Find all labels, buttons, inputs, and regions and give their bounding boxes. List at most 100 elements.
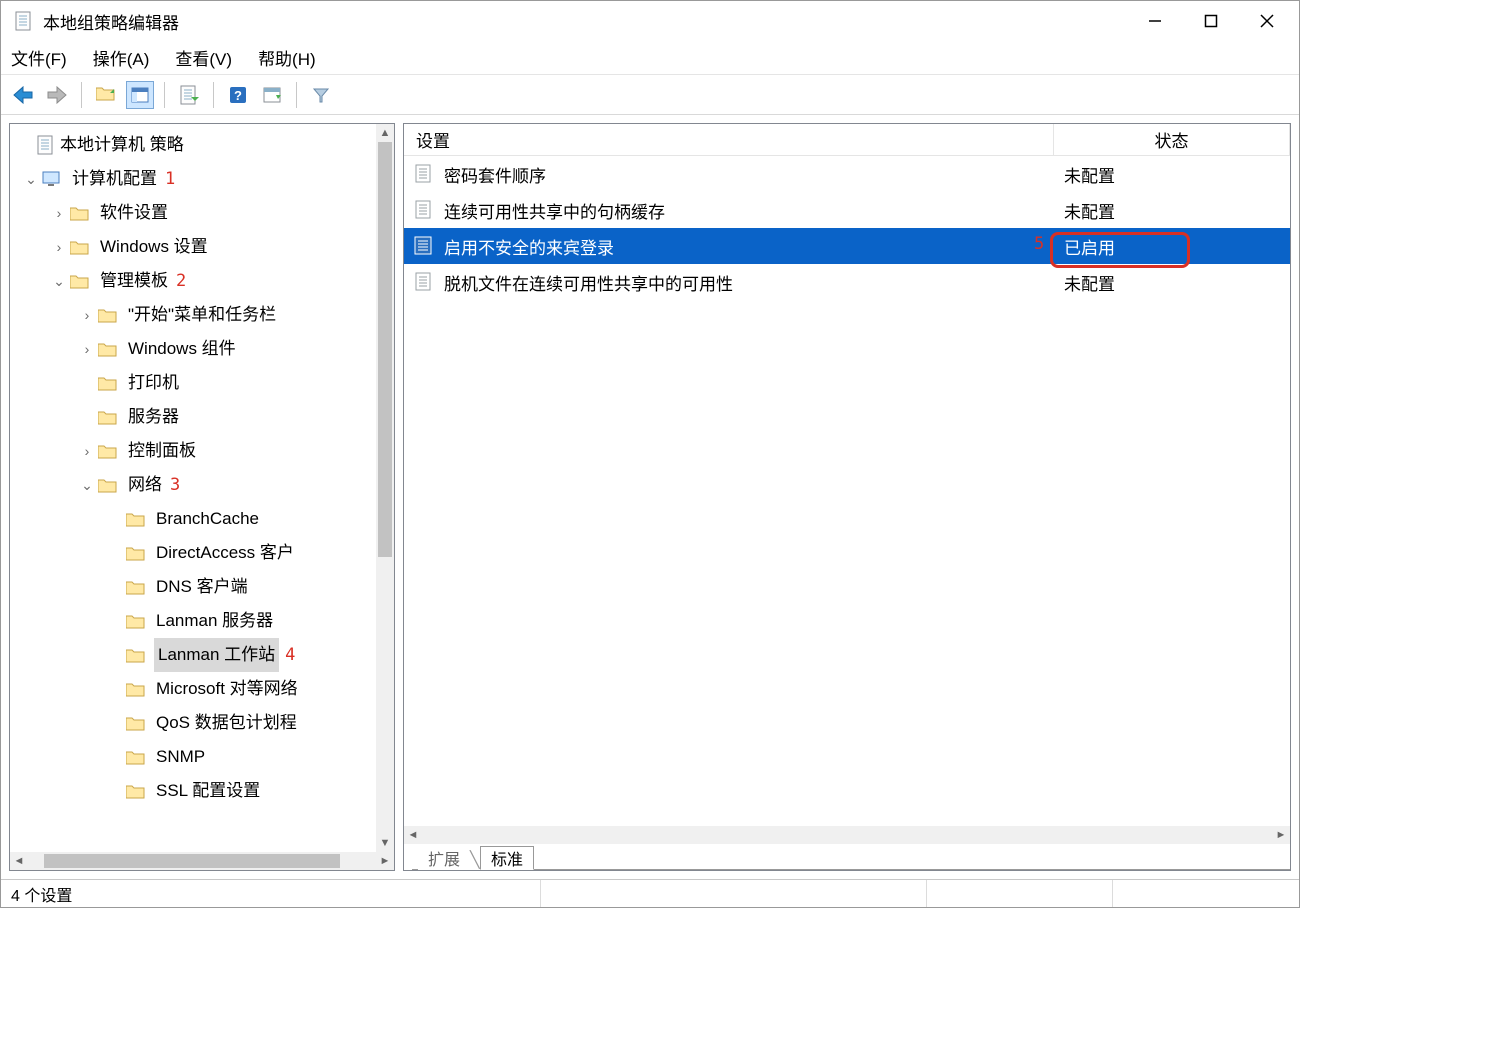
- filter-button[interactable]: [307, 81, 335, 109]
- tree-label: SNMP: [154, 740, 207, 774]
- list-row[interactable]: 连续可用性共享中的句柄缓存 未配置: [404, 192, 1290, 228]
- tree-hscrollbar[interactable]: ◄ ►: [10, 852, 394, 870]
- scroll-track[interactable]: [376, 142, 394, 834]
- menu-action[interactable]: 操作(A): [93, 45, 150, 70]
- list-row[interactable]: 脱机文件在连续可用性共享中的可用性 未配置: [404, 264, 1290, 300]
- tree-windows-components[interactable]: › Windows 组件: [14, 332, 394, 366]
- folder-icon: [126, 545, 146, 561]
- menu-help[interactable]: 帮助(H): [258, 45, 316, 70]
- separator: [296, 82, 297, 108]
- tree-start-menu[interactable]: › "开始"菜单和任务栏: [14, 298, 394, 332]
- settings-list[interactable]: 密码套件顺序 未配置 连续可用性共享中的句柄缓存 未配置 启用不安全的来宾登录 …: [404, 156, 1290, 826]
- expander-icon[interactable]: ⌄: [22, 162, 40, 196]
- tree-root[interactable]: 本地计算机 策略: [14, 128, 394, 162]
- minimize-button[interactable]: [1127, 3, 1183, 39]
- folder-icon: [98, 477, 118, 493]
- tree-label: 计算机配置: [70, 162, 159, 196]
- export-list-button[interactable]: [175, 81, 203, 109]
- menu-view[interactable]: 查看(V): [175, 45, 232, 70]
- expander-icon[interactable]: ›: [50, 230, 68, 264]
- scroll-left-icon[interactable]: ◄: [10, 852, 28, 870]
- expander-icon[interactable]: ⌄: [78, 468, 96, 502]
- folder-icon: [98, 341, 118, 357]
- app-icon: [13, 10, 33, 32]
- tree-label: 管理模板: [98, 264, 170, 298]
- tree-computer-config[interactable]: ⌄ 计算机配置 1: [14, 162, 394, 196]
- tree-label: 控制面板: [126, 434, 198, 468]
- menu-file[interactable]: 文件(F): [11, 45, 67, 70]
- folder-icon: [70, 239, 90, 255]
- tree-control-panel[interactable]: › 控制面板: [14, 434, 394, 468]
- scroll-up-icon[interactable]: ▲: [376, 124, 394, 142]
- body: 本地计算机 策略 ⌄ 计算机配置 1 › 软件设置 ›: [1, 115, 1299, 879]
- scroll-right-icon[interactable]: ►: [1272, 826, 1290, 844]
- back-button[interactable]: [9, 81, 37, 109]
- tree-servers[interactable]: 服务器: [14, 400, 394, 434]
- maximize-button[interactable]: [1183, 3, 1239, 39]
- tree-lanman-server[interactable]: Lanman 服务器: [14, 604, 394, 638]
- scroll-right-icon[interactable]: ►: [376, 852, 394, 870]
- tree-branchcache[interactable]: BranchCache: [14, 502, 394, 536]
- scroll-track[interactable]: [422, 826, 1272, 844]
- list-row[interactable]: 密码套件顺序 未配置: [404, 156, 1290, 192]
- properties-button[interactable]: [258, 81, 286, 109]
- expander-icon[interactable]: ⌄: [50, 264, 68, 298]
- annotation-1: 1: [165, 162, 175, 196]
- list-header: 设置 状态: [404, 124, 1290, 156]
- separator: [164, 82, 165, 108]
- annotation-5: 5: [1034, 234, 1044, 254]
- tree-ssl[interactable]: SSL 配置设置: [14, 774, 394, 808]
- tabstrip: 扩展 ╲ 标准: [404, 844, 1290, 870]
- folder-icon: [126, 511, 146, 527]
- scroll-down-icon[interactable]: ▼: [376, 834, 394, 852]
- tree-dns-client[interactable]: DNS 客户端: [14, 570, 394, 604]
- expander-icon[interactable]: ›: [78, 332, 96, 366]
- tree-label: Microsoft 对等网络: [154, 672, 300, 706]
- tree-admin-templates[interactable]: ⌄ 管理模板 2: [14, 264, 394, 298]
- tab-standard[interactable]: 标准: [480, 846, 534, 870]
- list-hscrollbar[interactable]: ◄ ►: [404, 826, 1290, 844]
- setting-state: 已启用: [1064, 239, 1115, 258]
- forward-button[interactable]: [43, 81, 71, 109]
- tree-lanman-workstation[interactable]: Lanman 工作站 4: [14, 638, 394, 672]
- show-hide-tree-button[interactable]: [126, 81, 154, 109]
- settings-pane: 设置 状态 密码套件顺序 未配置 连续可用性共享中的句柄缓存 未配置 启用不安全…: [403, 123, 1291, 871]
- setting-name: 脱机文件在连续可用性共享中的可用性: [444, 270, 733, 295]
- tree-qos[interactable]: QoS 数据包计划程: [14, 706, 394, 740]
- window-controls: [1127, 3, 1295, 39]
- up-button[interactable]: [92, 81, 120, 109]
- status-cell: [927, 880, 1113, 907]
- expander-icon[interactable]: ›: [78, 298, 96, 332]
- tree-snmp[interactable]: SNMP: [14, 740, 394, 774]
- folder-icon: [126, 613, 146, 629]
- annotation-2: 2: [176, 264, 186, 298]
- separator: [81, 82, 82, 108]
- folder-icon: [126, 579, 146, 595]
- window-title: 本地组策略编辑器: [43, 9, 1127, 34]
- setting-icon: [414, 164, 434, 184]
- tree-windows-settings[interactable]: › Windows 设置: [14, 230, 394, 264]
- help-button[interactable]: ?: [224, 81, 252, 109]
- folder-icon: [126, 647, 146, 663]
- folder-icon: [98, 375, 118, 391]
- policy-tree[interactable]: 本地计算机 策略 ⌄ 计算机配置 1 › 软件设置 ›: [10, 124, 394, 812]
- tree-printers[interactable]: 打印机: [14, 366, 394, 400]
- tree-network[interactable]: ⌄ 网络 3: [14, 468, 394, 502]
- tab-extended[interactable]: 扩展: [418, 846, 470, 870]
- column-setting[interactable]: 设置: [404, 124, 1054, 155]
- expander-icon[interactable]: ›: [78, 434, 96, 468]
- tree-label: 软件设置: [98, 196, 170, 230]
- setting-name: 连续可用性共享中的句柄缓存: [444, 198, 665, 223]
- tree-directaccess[interactable]: DirectAccess 客户: [14, 536, 394, 570]
- scroll-thumb[interactable]: [378, 142, 392, 557]
- scroll-track[interactable]: [28, 852, 376, 870]
- tree-vscrollbar[interactable]: ▲ ▼: [376, 124, 394, 852]
- scroll-left-icon[interactable]: ◄: [404, 826, 422, 844]
- tree-software-settings[interactable]: › 软件设置: [14, 196, 394, 230]
- scroll-thumb[interactable]: [44, 854, 340, 868]
- list-row-selected[interactable]: 启用不安全的来宾登录 5 已启用: [404, 228, 1290, 264]
- tree-ms-p2p[interactable]: Microsoft 对等网络: [14, 672, 394, 706]
- close-button[interactable]: [1239, 3, 1295, 39]
- expander-icon[interactable]: ›: [50, 196, 68, 230]
- column-state[interactable]: 状态: [1054, 124, 1290, 155]
